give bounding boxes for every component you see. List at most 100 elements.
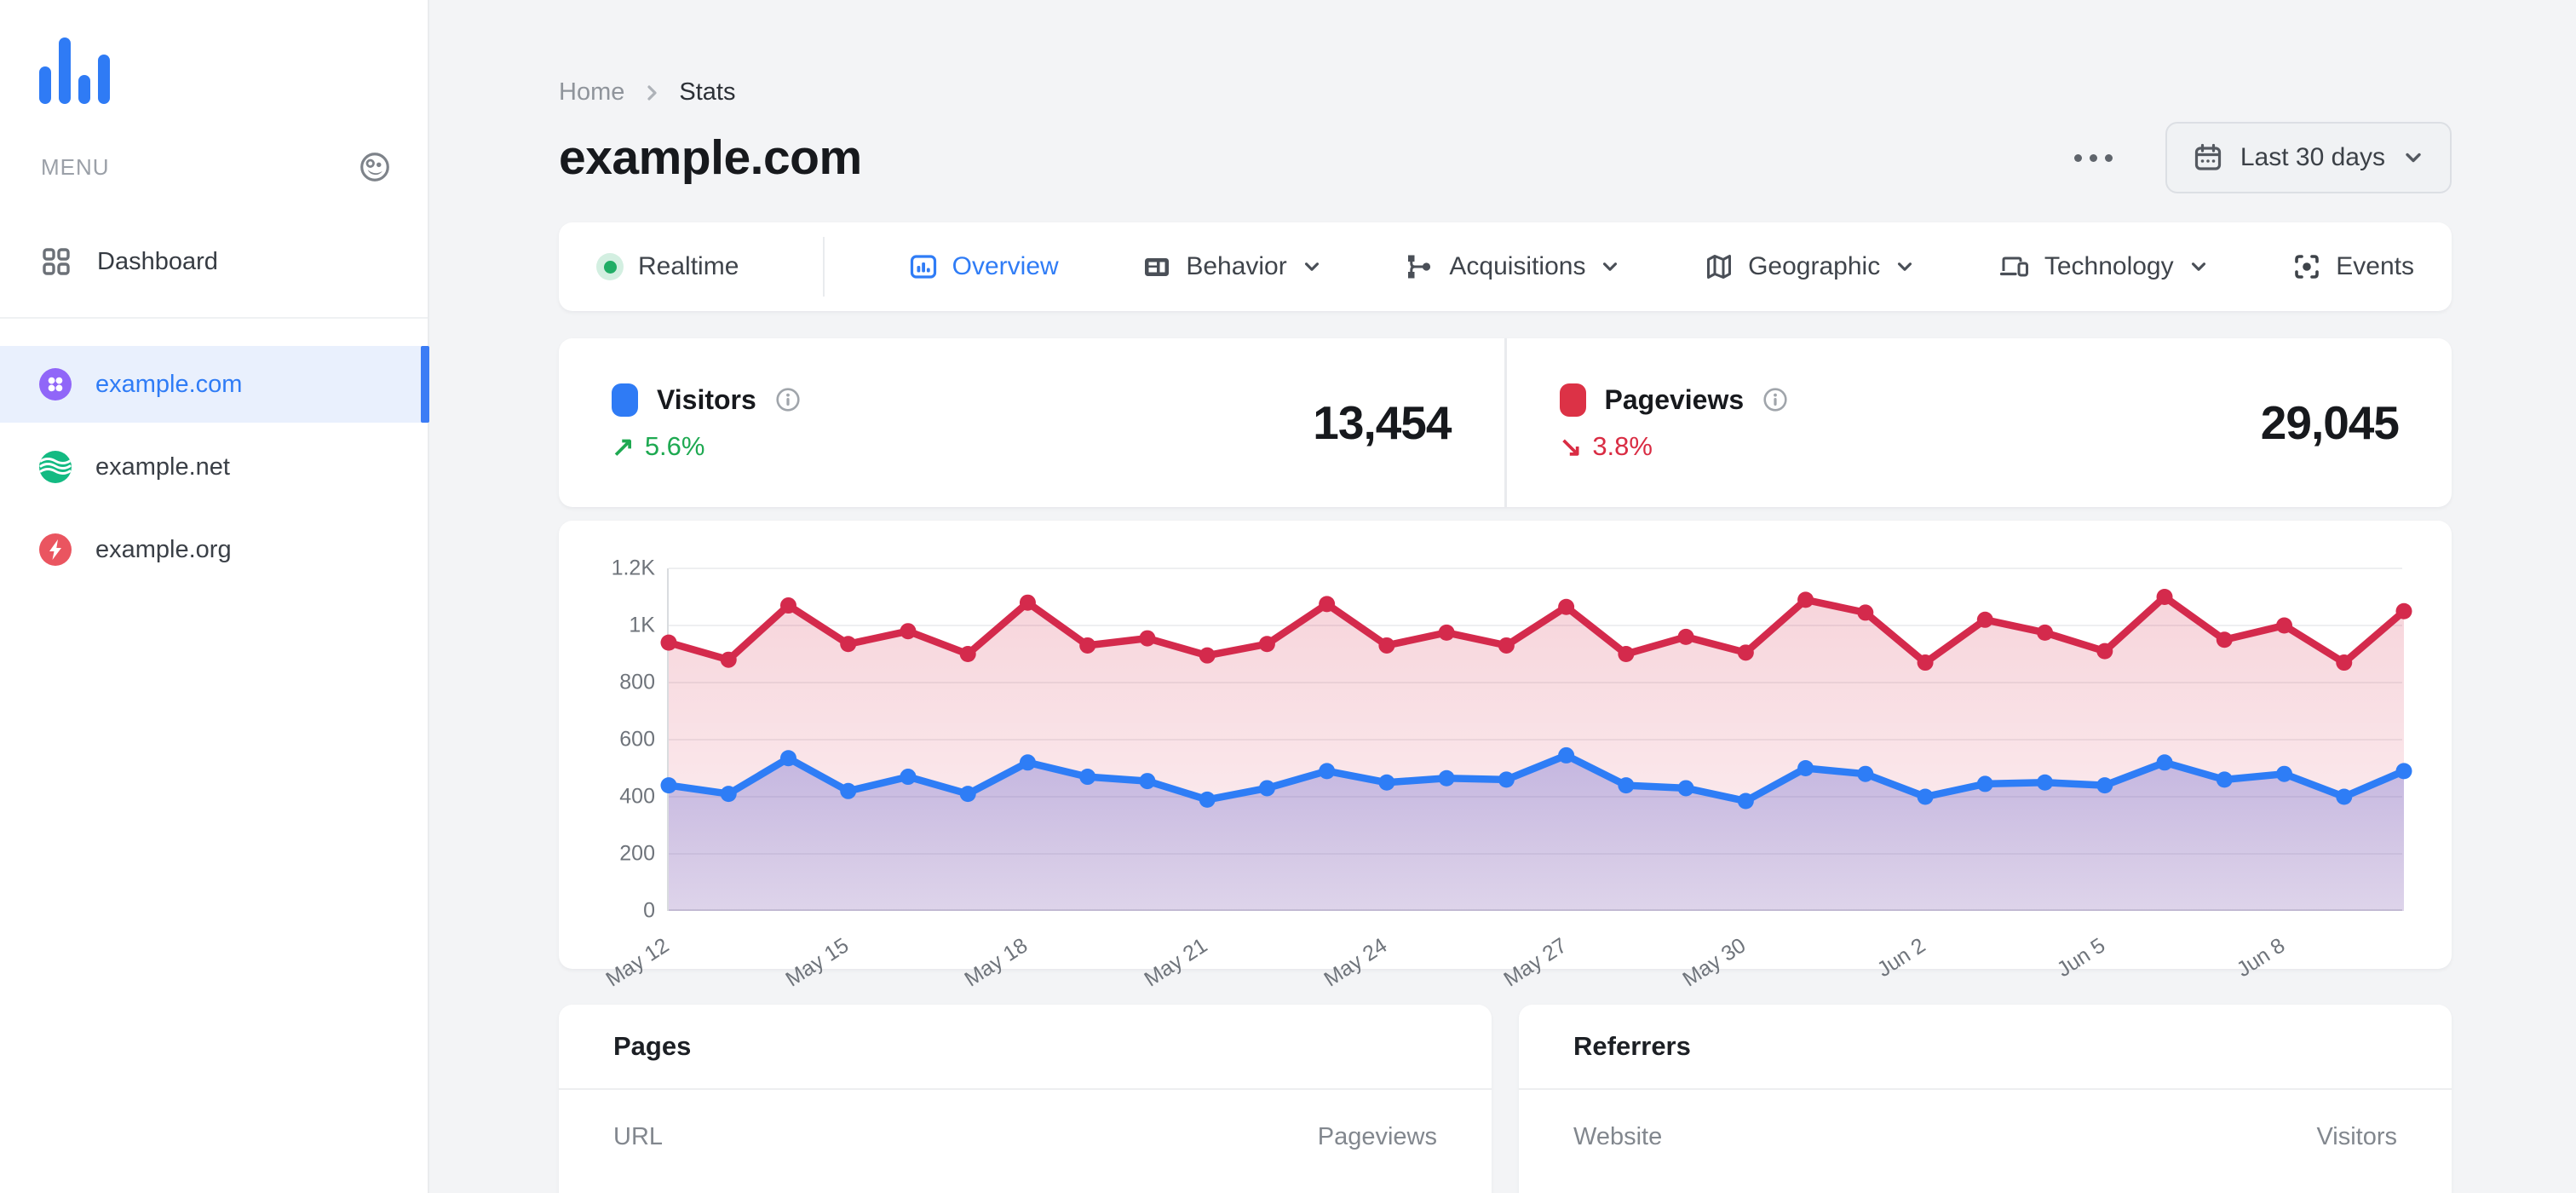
pageviews-point[interactable] xyxy=(840,636,857,653)
tab-overview[interactable]: Overview xyxy=(909,252,1059,281)
sidebar-item-dashboard[interactable]: Dashboard xyxy=(0,227,428,297)
column-header-visitors: Visitors xyxy=(2316,1122,2397,1150)
pageviews-point[interactable] xyxy=(1797,591,1814,608)
pageviews-point[interactable] xyxy=(959,646,976,662)
x-tick-label: May 18 xyxy=(960,933,1032,992)
tab-realtime[interactable]: Realtime xyxy=(596,252,739,281)
visitors-point[interactable] xyxy=(1797,760,1814,776)
chevron-down-icon xyxy=(1898,262,1912,271)
info-icon[interactable] xyxy=(1762,387,1788,412)
visitors-point[interactable] xyxy=(2216,771,2233,788)
pageviews-point[interactable] xyxy=(2156,589,2173,605)
visitors-point[interactable] xyxy=(959,786,976,803)
visitors-point[interactable] xyxy=(1976,775,1993,792)
tab-acquisitions[interactable]: Acquisitions xyxy=(1406,252,1620,281)
tab-behavior[interactable]: Behavior xyxy=(1142,252,1321,281)
pageviews-point[interactable] xyxy=(2336,654,2353,671)
pageviews-point[interactable] xyxy=(2395,602,2412,620)
chevron-down-icon xyxy=(1304,262,1319,271)
pageviews-point[interactable] xyxy=(1677,628,1694,645)
tab-technology[interactable]: Technology xyxy=(1999,252,2209,281)
referrers-table-card: Referrers Website Visitors xyxy=(1519,1005,2452,1193)
tab-events[interactable]: Events xyxy=(2292,252,2414,281)
more-options-button[interactable] xyxy=(2066,146,2121,170)
visitors-point[interactable] xyxy=(2096,777,2113,794)
technology-devices-icon xyxy=(1999,256,2028,277)
visitors-point[interactable] xyxy=(840,782,857,799)
pageviews-point[interactable] xyxy=(1438,624,1455,641)
pageviews-point[interactable] xyxy=(1498,637,1515,654)
visitors-point[interactable] xyxy=(2037,774,2054,791)
pageviews-point[interactable] xyxy=(1019,594,1036,611)
visitors-point[interactable] xyxy=(1737,792,1754,810)
visitors-point[interactable] xyxy=(2395,763,2412,780)
visitors-point[interactable] xyxy=(1139,773,1156,790)
pageviews-point[interactable] xyxy=(1976,611,1993,628)
x-tick-label: Jun 5 xyxy=(2052,933,2110,983)
visitors-point[interactable] xyxy=(1498,771,1515,788)
visitors-point[interactable] xyxy=(2156,754,2173,771)
info-icon[interactable] xyxy=(775,387,801,412)
visitors-point[interactable] xyxy=(2336,788,2353,805)
trend-up-icon: ↗ xyxy=(612,430,635,462)
app-logo-icon[interactable] xyxy=(39,37,428,104)
visitors-point[interactable] xyxy=(1019,754,1036,771)
pageviews-kpi-card[interactable]: Pageviews ↘ 3.8% 29,045 xyxy=(1507,338,2452,507)
sidebar-site-example-com[interactable]: example.com xyxy=(0,346,429,423)
visitors-point[interactable] xyxy=(1258,780,1275,797)
sidebar: MENU Dashboard example.com example.net e… xyxy=(0,0,429,1193)
date-range-button[interactable]: Last 30 days xyxy=(2165,122,2452,193)
visitors-point[interactable] xyxy=(900,769,917,786)
kpi-delta: 5.6% xyxy=(644,430,705,461)
pageviews-point[interactable] xyxy=(1319,596,1336,613)
visitors-point[interactable] xyxy=(1199,791,1216,808)
line-chart[interactable]: 0 200 400 600 800 1K 1.2K xyxy=(612,556,2412,923)
y-tick-label: 400 xyxy=(619,784,655,809)
visitors-point[interactable] xyxy=(779,750,796,767)
pageviews-point[interactable] xyxy=(720,651,737,668)
overview-chart-icon xyxy=(910,255,936,279)
visitors-point[interactable] xyxy=(660,777,677,794)
visitors-point[interactable] xyxy=(1319,763,1336,780)
visitors-point[interactable] xyxy=(1378,774,1395,791)
pageviews-point[interactable] xyxy=(1618,646,1635,662)
date-range-label: Last 30 days xyxy=(2240,143,2385,171)
pageviews-point[interactable] xyxy=(1199,647,1216,664)
sidebar-site-example-org[interactable]: example.org xyxy=(0,511,428,588)
pageviews-point[interactable] xyxy=(1917,654,1934,671)
pageviews-point[interactable] xyxy=(1737,644,1754,661)
face-icon[interactable] xyxy=(358,150,392,184)
chevron-right-icon xyxy=(647,84,657,101)
pageviews-point[interactable] xyxy=(1378,637,1395,654)
visitors-point[interactable] xyxy=(1857,765,1874,782)
pageviews-point[interactable] xyxy=(2096,643,2113,660)
chart-svg xyxy=(660,589,2412,911)
pageviews-point[interactable] xyxy=(1857,604,1874,621)
visitors-point[interactable] xyxy=(720,786,737,803)
realtime-pulse-icon xyxy=(596,253,624,280)
sidebar-site-example-net[interactable]: example.net xyxy=(0,429,428,505)
pageviews-point[interactable] xyxy=(2216,631,2233,648)
visitors-point[interactable] xyxy=(1677,780,1694,797)
pageviews-point[interactable] xyxy=(1079,637,1096,654)
pageviews-point[interactable] xyxy=(2276,617,2293,634)
visitors-point[interactable] xyxy=(1558,746,1575,764)
pageviews-point[interactable] xyxy=(779,597,796,614)
pageviews-point[interactable] xyxy=(1558,598,1575,615)
visitors-point[interactable] xyxy=(1438,769,1455,787)
visitors-kpi-card[interactable]: Visitors ↗ 5.6% 13,454 xyxy=(559,338,1504,507)
y-tick-label: 800 xyxy=(619,670,655,694)
tab-geographic[interactable]: Geographic xyxy=(1705,252,1915,281)
pageviews-point[interactable] xyxy=(900,623,917,640)
column-header-website: Website xyxy=(1573,1122,1663,1150)
pageviews-point[interactable] xyxy=(660,634,677,651)
visitors-point[interactable] xyxy=(1618,777,1635,794)
visitors-point[interactable] xyxy=(2276,765,2293,782)
pageviews-point[interactable] xyxy=(1258,636,1275,653)
chevron-down-icon xyxy=(1603,262,1618,271)
visitors-point[interactable] xyxy=(1079,769,1096,786)
pageviews-point[interactable] xyxy=(1139,630,1156,647)
breadcrumb-home-link[interactable]: Home xyxy=(559,78,624,107)
visitors-point[interactable] xyxy=(1917,788,1934,805)
pageviews-point[interactable] xyxy=(2037,624,2054,641)
